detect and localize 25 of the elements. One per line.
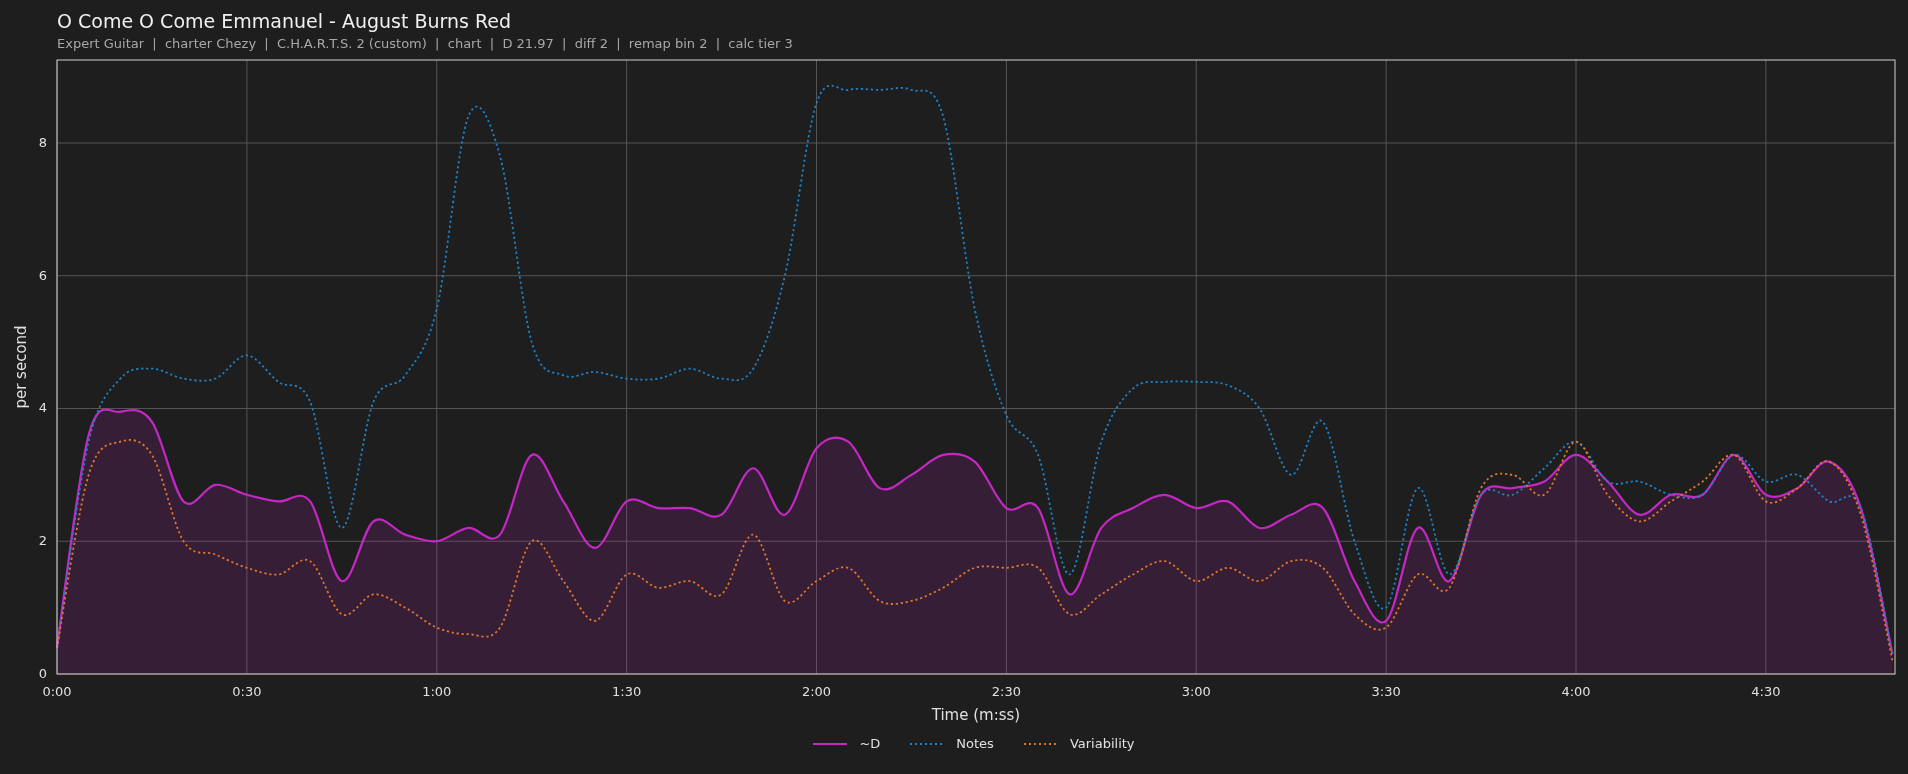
y-axis-label: per second [12,325,30,409]
tick-label: 1:00 [422,684,452,699]
tick-label: 6 [38,267,47,283]
legend-line-icon [813,741,848,746]
tick-label: 4:00 [1561,684,1591,699]
legend-line-icon [1023,741,1058,746]
chart-subtitle: Expert Guitar | charter Chezy | C.H.A.R.T.S. 2 (custom) | chart | D 21.97 | diff 2 | remap bin 2 | calc tier 3 [57,35,793,53]
tick-label: 0:00 [42,684,72,699]
legend-line-icon [910,741,945,746]
tick-label: 4:30 [1751,684,1781,699]
legend-label: Notes [956,735,994,753]
tick-label: 3:30 [1371,684,1401,699]
tick-label: 0 [38,666,47,681]
tick-label: 2:30 [991,684,1021,699]
tick-label: 4 [38,400,47,416]
legend-label: Variability [1069,735,1135,753]
x-axis-label: Time (m:ss) [931,706,1021,724]
tick-label: 2 [38,533,47,549]
tick-label: 1:30 [612,684,642,699]
tick-label: 8 [38,134,47,150]
tick-label: 2:00 [801,684,832,699]
tick-label: 0:30 [232,684,262,699]
legend-label: ~D [859,735,881,753]
tick-label: 3:00 [1181,684,1211,699]
chart-title: O Come O Come Emmanuel - August Burns Red [57,9,512,34]
